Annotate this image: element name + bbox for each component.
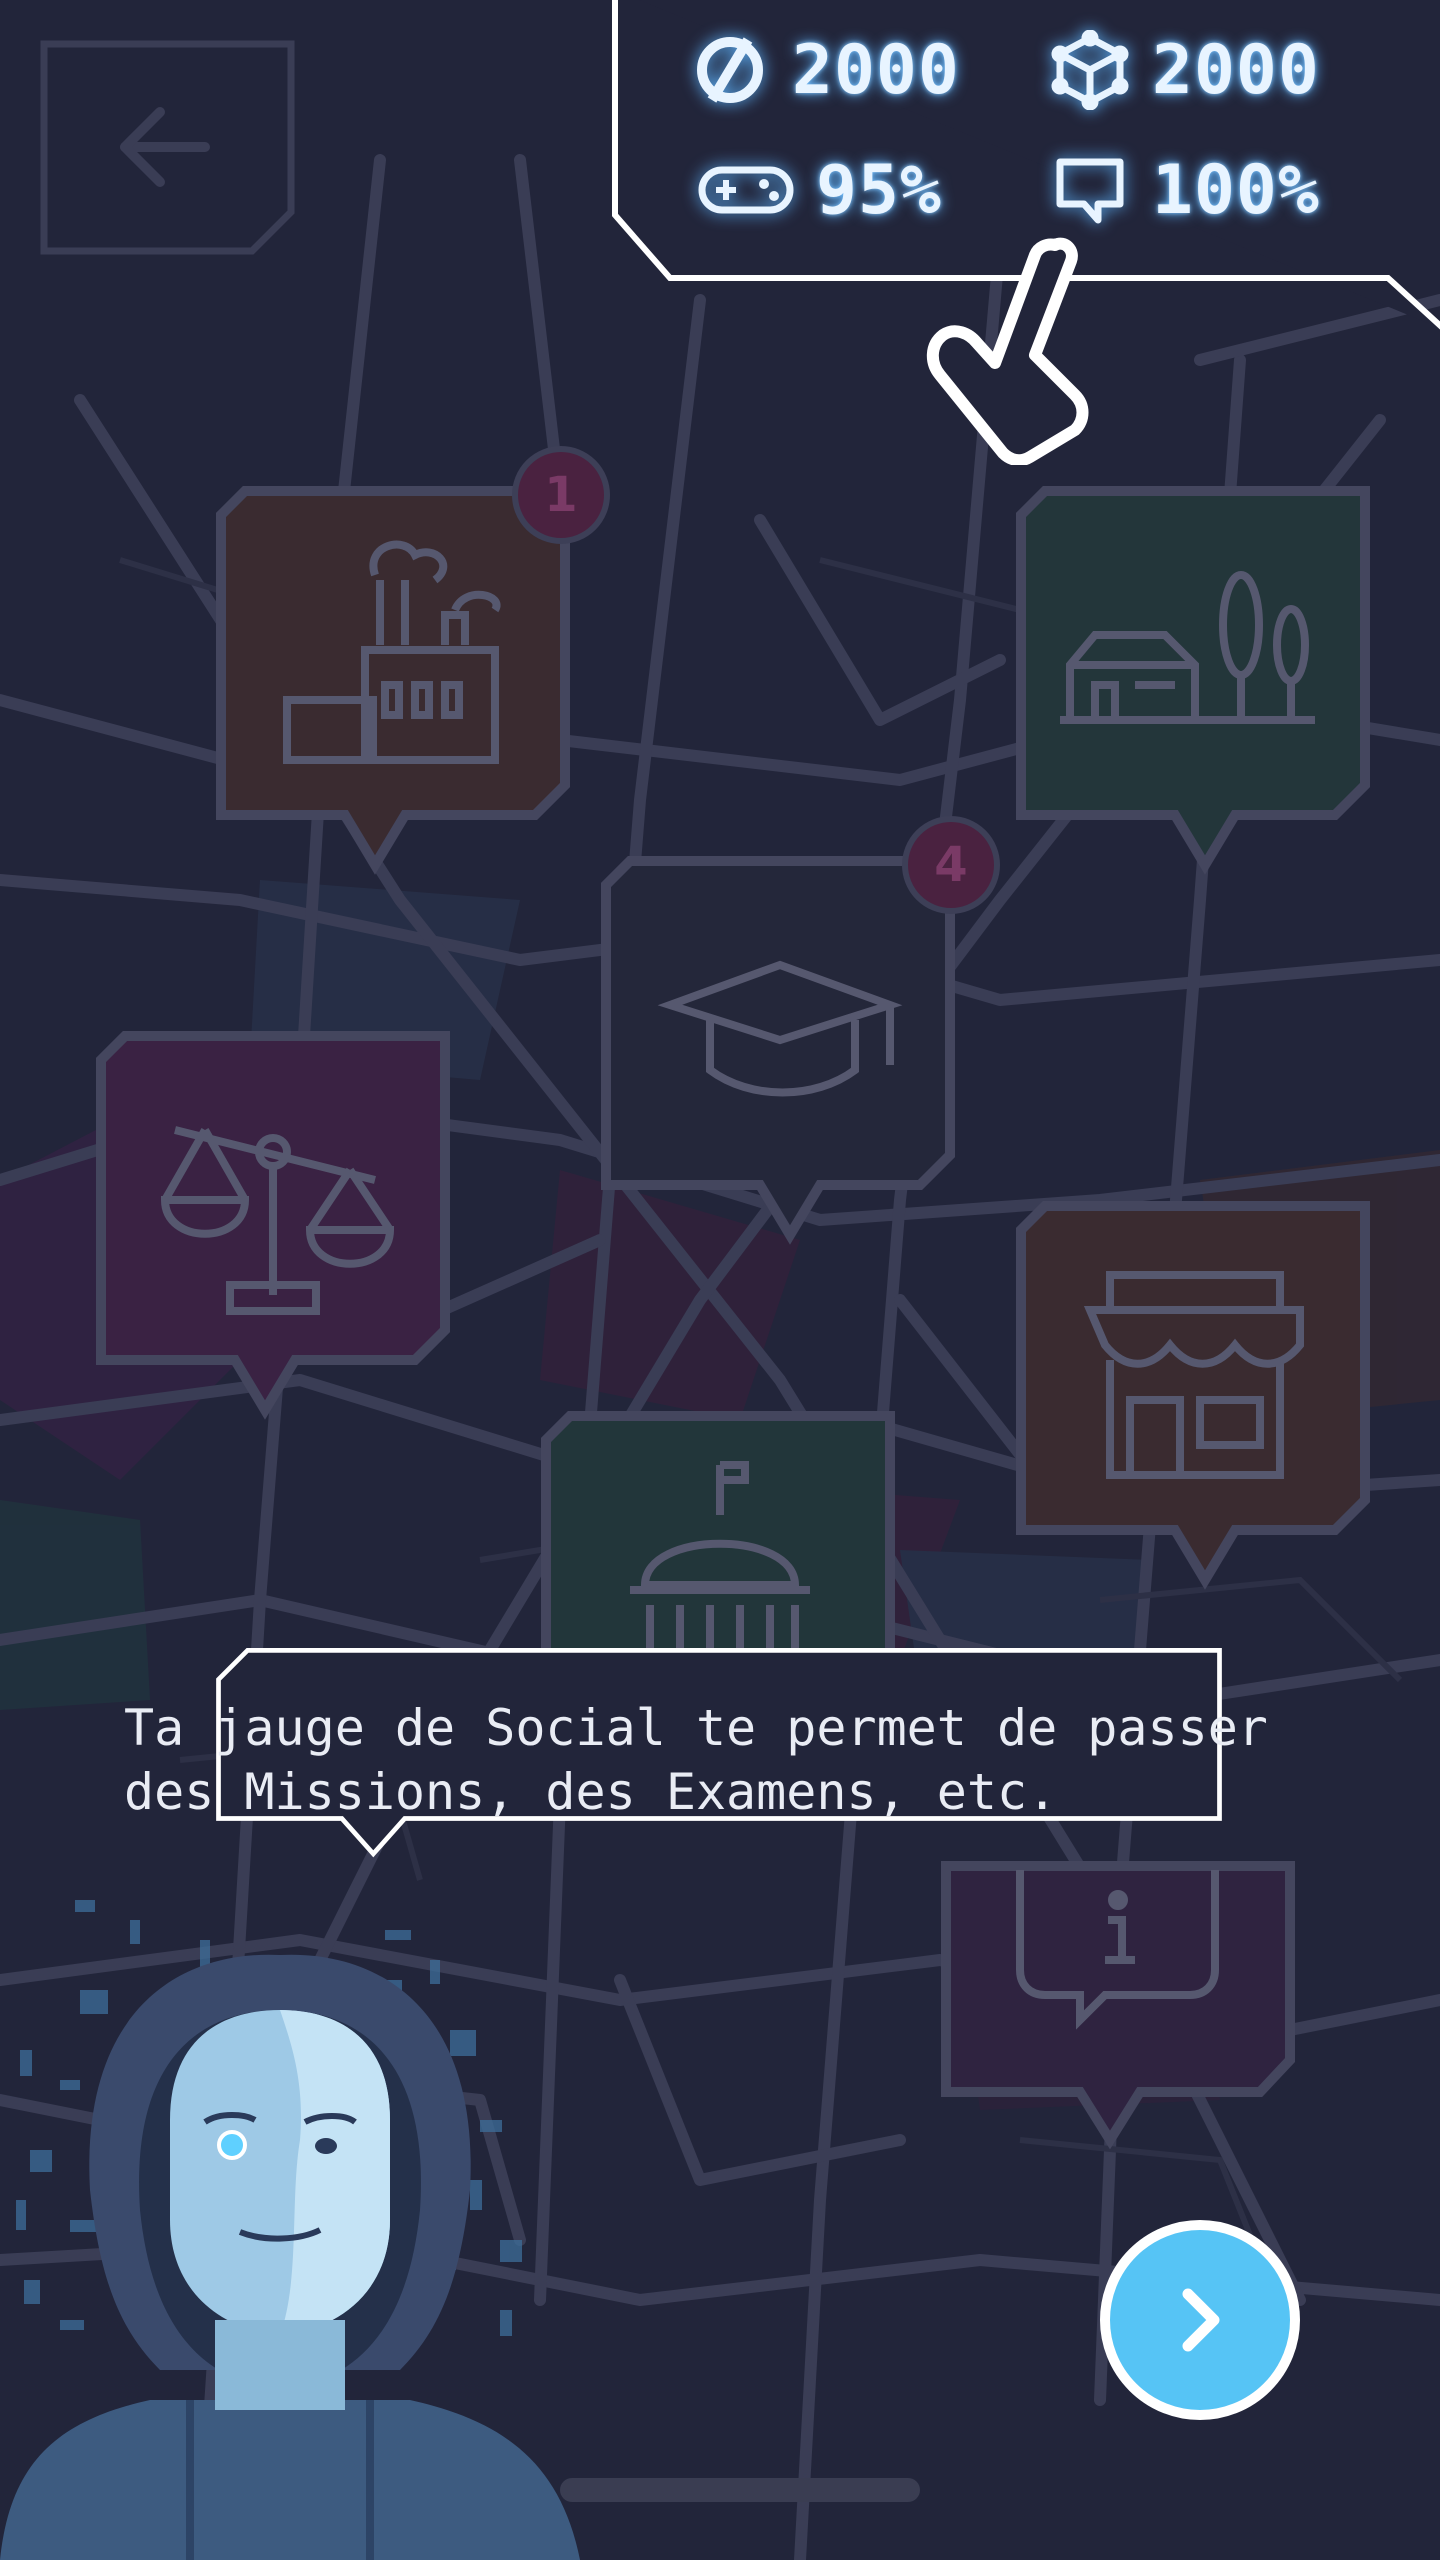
map-pin-info[interactable] <box>940 1860 1300 2180</box>
map-pin-shop[interactable] <box>1015 1200 1375 1620</box>
map-pin-justice[interactable] <box>95 1030 455 1450</box>
cube-icon <box>1050 29 1130 111</box>
notification-badge-factory: 1 <box>512 446 610 544</box>
coins-value: 2000 <box>792 30 960 110</box>
social-gauge: 100% <box>1050 150 1320 230</box>
notification-badge-school: 4 <box>902 816 1000 914</box>
fun-value: 95% <box>816 150 942 230</box>
map-pin-houses[interactable] <box>1015 485 1375 905</box>
scroll-indicator <box>560 2478 920 2502</box>
speech-bubble-icon <box>1050 150 1130 230</box>
next-button[interactable] <box>1100 2220 1300 2420</box>
cubes-counter: 2000 <box>1050 29 1320 111</box>
cubes-value: 2000 <box>1152 30 1320 110</box>
map-pin-school[interactable] <box>600 855 960 1275</box>
pointing-hand-icon <box>926 237 1089 465</box>
map-pin-factory[interactable] <box>215 485 575 905</box>
coins-counter: 2000 <box>690 30 960 110</box>
fun-gauge: 95% <box>698 150 942 230</box>
arrow-left-icon <box>120 107 210 187</box>
map-pin-government[interactable] <box>540 1410 900 1670</box>
coin-icon <box>690 30 770 110</box>
hacker-avatar <box>0 1900 580 2560</box>
chevron-right-icon <box>1182 2288 1220 2352</box>
back-button[interactable] <box>40 40 295 255</box>
dialog-text: Ta jauge de Social te permet de passer d… <box>124 1699 1268 1821</box>
game-screen: 1 4 2000 2000 95% 100% Ta jauge de Socia… <box>0 0 1440 2560</box>
gamepad-icon <box>698 150 794 230</box>
social-value: 100% <box>1152 150 1320 230</box>
